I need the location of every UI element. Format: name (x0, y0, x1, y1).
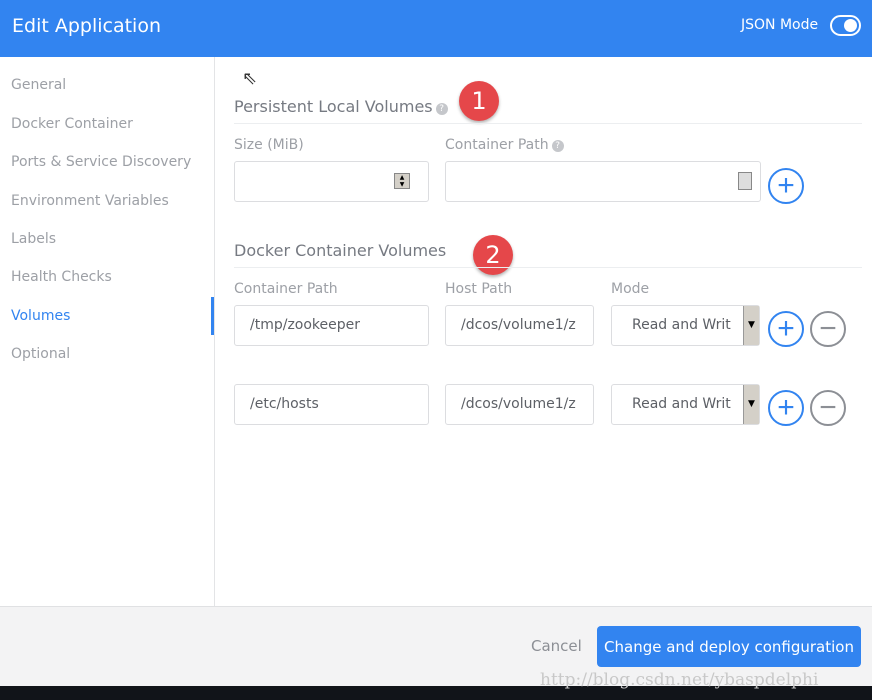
container-path-label: Container Path? (445, 137, 564, 153)
sidebar: General Docker Container Ports & Service… (0, 57, 215, 606)
sidebar-item-labels[interactable]: Labels (11, 231, 56, 247)
docker-volumes-heading: Docker Container Volumes (234, 241, 447, 260)
mode-select[interactable]: Read and Writ ▼ (611, 384, 760, 425)
json-mode-label: JSON Mode (741, 17, 819, 33)
active-indicator (211, 297, 214, 335)
annotation-badge: 2 (473, 235, 513, 275)
toggle-knob (844, 19, 857, 32)
sidebar-item-general[interactable]: General (11, 77, 66, 93)
sidebar-item-health-checks[interactable]: Health Checks (11, 269, 112, 285)
cursor-icon: ⇖ (242, 68, 258, 89)
container-path-input[interactable]: /tmp/zookeeper (234, 305, 429, 346)
help-icon[interactable]: ? (435, 103, 448, 115)
mode-value: Read and Writ (632, 317, 731, 333)
annotation-badge: 1 (459, 81, 499, 121)
deploy-button[interactable]: Change and deploy configuration (597, 626, 861, 667)
heading-text: Persistent Local Volumes (234, 97, 433, 116)
host-path-input[interactable]: /dcos/volume1/z (445, 305, 594, 346)
sidebar-item-volumes[interactable]: Volumes (11, 308, 70, 324)
stepper-icon[interactable]: ▲ ▼ (394, 173, 410, 189)
contact-card-icon (738, 172, 752, 190)
sidebar-item-docker-container[interactable]: Docker Container (11, 116, 133, 132)
container-path-col-label: Container Path (234, 281, 338, 297)
sidebar-item-env-vars[interactable]: Environment Variables (11, 193, 169, 209)
add-persistent-volume-button[interactable]: + (768, 168, 804, 204)
divider (234, 123, 862, 124)
divider (234, 267, 862, 268)
remove-volume-button[interactable]: − (810, 311, 846, 347)
host-path-input[interactable]: /dcos/volume1/z (445, 384, 594, 425)
dropdown-arrow-icon[interactable]: ▼ (743, 306, 759, 345)
host-path-col-label: Host Path (445, 281, 513, 297)
mode-select[interactable]: Read and Writ ▼ (611, 305, 760, 346)
size-label: Size (MiB) (234, 137, 304, 153)
label-text: Container Path (445, 137, 549, 153)
mode-value: Read and Writ (632, 396, 731, 412)
add-volume-button[interactable]: + (768, 311, 804, 347)
persistent-volumes-heading: Persistent Local Volumes? (234, 97, 448, 116)
dropdown-arrow-icon[interactable]: ▼ (743, 385, 759, 424)
watermark: http://blog.csdn.net/ybaspdelphi (540, 670, 819, 690)
json-mode-toggle[interactable] (830, 15, 861, 36)
help-icon[interactable]: ? (551, 140, 564, 152)
page-title: Edit Application (12, 15, 161, 37)
cancel-button[interactable]: Cancel (531, 637, 582, 655)
remove-volume-button[interactable]: − (810, 390, 846, 426)
persistent-container-path-input[interactable] (445, 161, 761, 202)
add-volume-button[interactable]: + (768, 390, 804, 426)
container-path-input[interactable]: /etc/hosts (234, 384, 429, 425)
mode-col-label: Mode (611, 281, 650, 297)
sidebar-item-ports[interactable]: Ports & Service Discovery (11, 154, 191, 170)
sidebar-item-optional[interactable]: Optional (11, 346, 70, 362)
